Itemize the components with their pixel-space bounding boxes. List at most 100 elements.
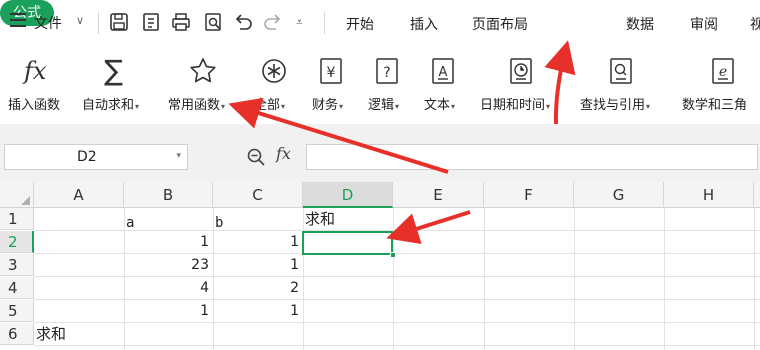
tab-page-layout[interactable]: 页面布局 — [472, 14, 528, 34]
column-header-a[interactable]: A — [34, 182, 124, 208]
math-e-icon: e — [710, 54, 736, 88]
date-time-label: 日期和时间 — [480, 98, 546, 113]
all-functions-button[interactable]: 全部▾ — [248, 48, 300, 118]
math-trig-button[interactable]: e 数学和三角 — [678, 48, 760, 118]
print-icon[interactable] — [170, 11, 192, 35]
toolbar-divider — [324, 12, 325, 34]
svg-text:A: A — [439, 65, 448, 80]
text-functions-label: 文本 — [424, 98, 451, 113]
print-preview-icon[interactable] — [202, 11, 224, 35]
cell-b4[interactable]: 4 — [124, 277, 213, 299]
column-header-g[interactable]: G — [574, 182, 664, 208]
cell-c2[interactable]: 1 — [213, 231, 303, 253]
math-trig-label: 数学和三角 — [682, 98, 748, 113]
dropdown-caret-icon: ▾ — [281, 102, 286, 111]
clock-icon — [508, 54, 534, 88]
dropdown-caret-icon: ▾ — [395, 102, 400, 111]
select-all-corner[interactable] — [0, 182, 34, 208]
fx-icon[interactable]: fx — [276, 144, 291, 163]
toolbar-divider — [98, 12, 99, 34]
name-box-value: D2 — [77, 149, 97, 165]
dropdown-caret-icon: ▾ — [339, 102, 344, 111]
undo-icon[interactable] — [232, 11, 254, 35]
tab-view[interactable]: 视 — [750, 14, 760, 34]
text-functions-button[interactable]: A 文本▾ — [418, 48, 470, 118]
dropdown-caret-icon: ▾ — [221, 102, 226, 111]
column-header-d[interactable]: D — [303, 182, 393, 208]
row-header-1[interactable]: 1 — [0, 208, 34, 230]
redo-icon[interactable] — [262, 11, 284, 35]
cell-a6[interactable]: 求和 — [34, 323, 124, 345]
lookup-icon — [608, 54, 634, 88]
row-header-5[interactable]: 5 — [0, 300, 34, 322]
grid-line — [34, 345, 760, 346]
dropdown-caret-icon: ▾ — [646, 102, 651, 111]
cell-c5[interactable]: 1 — [213, 300, 303, 322]
logical-label: 逻辑 — [368, 98, 395, 113]
dropdown-caret-icon: ▾ — [546, 102, 551, 111]
name-box[interactable]: D2 ▾ — [4, 144, 188, 170]
row-header-4[interactable]: 4 — [0, 277, 34, 299]
export-pdf-icon[interactable] — [140, 11, 162, 35]
fill-handle[interactable] — [390, 252, 396, 258]
dropdown-caret-icon: ▾ — [135, 102, 140, 111]
financial-button[interactable]: ¥ 财务▾ — [306, 48, 358, 118]
insert-function-label: 插入函数 — [8, 98, 61, 113]
lookup-reference-label: 查找与引用 — [580, 98, 646, 113]
row-header-3[interactable]: 3 — [0, 254, 34, 276]
formula-bar: D2 ▾ fx — [0, 124, 760, 182]
tab-insert[interactable]: 插入 — [410, 14, 438, 34]
svg-text:¥: ¥ — [327, 65, 336, 81]
hamburger-menu-icon[interactable] — [10, 13, 26, 27]
grid-line — [34, 322, 760, 323]
save-icon[interactable] — [108, 11, 130, 35]
tab-home[interactable]: 开始 — [346, 14, 374, 34]
common-functions-button[interactable]: 常用函数▾ — [164, 48, 240, 118]
date-time-button[interactable]: 日期和时间▾ — [476, 48, 568, 118]
question-icon: ? — [374, 54, 400, 88]
dropdown-arrow-icon[interactable]: ▾ — [176, 151, 181, 161]
spreadsheet-grid: A B C D E F G H 1 2 3 4 5 6 a b 求和 1 1 2… — [0, 182, 760, 350]
row-header-2[interactable]: 2 — [0, 231, 34, 253]
row-header-6[interactable]: 6 — [0, 323, 34, 345]
autosum-label: 自动求和 — [82, 98, 135, 113]
selected-cell-d2[interactable] — [302, 231, 393, 255]
insert-function-button[interactable]: fx 插入函数 — [0, 48, 72, 118]
file-menu-label[interactable]: 文件 — [34, 13, 62, 33]
star-icon — [188, 54, 218, 88]
cell-d1[interactable]: 求和 — [303, 208, 393, 230]
text-a-icon: A — [430, 54, 456, 88]
dropdown-caret-icon: ▾ — [451, 102, 456, 111]
common-functions-label: 常用函数 — [168, 98, 221, 113]
sum-icon: ∑ — [104, 54, 123, 87]
autosum-button[interactable]: ∑ 自动求和▾ — [78, 48, 156, 118]
svg-text:?: ? — [383, 65, 390, 81]
cell-c4[interactable]: 2 — [213, 277, 303, 299]
cell-c3[interactable]: 1 — [213, 254, 303, 276]
zoom-icon[interactable] — [246, 147, 266, 167]
yen-icon: ¥ — [318, 54, 344, 88]
menu-bar: 文件 ∨ ⩡ 开始 插入 页面布局 公式 数据 审阅 视 — [0, 0, 760, 48]
tab-data[interactable]: 数据 — [626, 14, 654, 34]
column-header-b[interactable]: B — [124, 182, 213, 208]
logical-button[interactable]: ? 逻辑▾ — [362, 48, 414, 118]
column-header-f[interactable]: F — [484, 182, 574, 208]
lookup-reference-button[interactable]: 查找与引用▾ — [576, 48, 668, 118]
formula-input[interactable] — [306, 144, 758, 170]
cell-b3[interactable]: 23 — [124, 254, 213, 276]
cell-b2[interactable]: 1 — [124, 231, 213, 253]
column-header-h[interactable]: H — [664, 182, 754, 208]
financial-label: 财务 — [312, 98, 339, 113]
column-header-e[interactable]: E — [393, 182, 484, 208]
svg-text:e: e — [719, 64, 727, 80]
column-headers: A B C D E F G H — [0, 182, 760, 208]
chevron-down-icon[interactable]: ∨ — [76, 14, 84, 27]
all-functions-label: 全部 — [254, 98, 281, 113]
cell-b5[interactable]: 1 — [124, 300, 213, 322]
tab-review[interactable]: 审阅 — [690, 14, 718, 34]
formula-ribbon: fx 插入函数 ∑ 自动求和▾ 常用函数▾ 全部▾ ¥ 财务▾ ? 逻辑▾ A — [0, 48, 760, 124]
column-header-c[interactable]: C — [213, 182, 303, 208]
customize-toolbar-icon[interactable]: ⩡ — [296, 15, 318, 39]
asterisk-icon — [260, 54, 288, 88]
fx-icon: fx — [24, 57, 47, 85]
